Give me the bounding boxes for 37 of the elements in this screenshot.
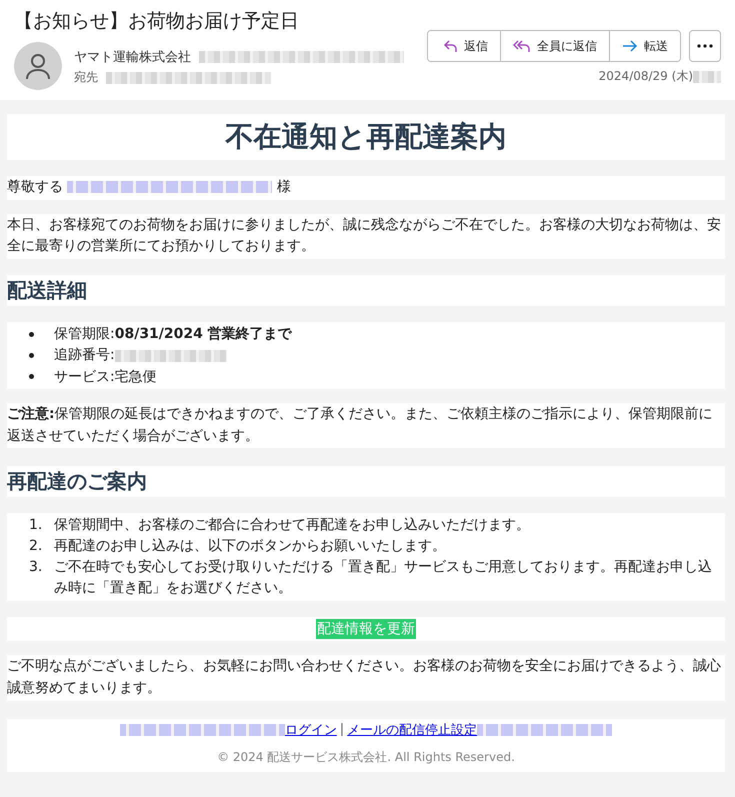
- recipient-label: 宛先: [74, 69, 98, 86]
- step-number: 3.: [29, 558, 44, 578]
- detail-label: 追跡番号:: [54, 346, 115, 366]
- detail-value: 宅急便: [114, 368, 157, 387]
- reply-button[interactable]: 返信: [428, 31, 501, 61]
- detail-value: 08/31/2024 営業終了まで: [114, 325, 292, 344]
- step-text: ご不在時でも安心してお受け取りいただける「置き配」サービスもご用意しております。再配達お申し込み時に「置き配」をお選びください。: [54, 558, 713, 598]
- footer-link[interactable]: ログイン: [284, 720, 337, 739]
- detail-label: 保管期限:: [54, 325, 115, 344]
- email-date: 2024/08/29 (木): [598, 68, 693, 85]
- section-heading: 再配達のご案内: [7, 468, 148, 496]
- link-separator: |: [340, 722, 344, 738]
- greeting-text: 尊敬する: [7, 179, 63, 195]
- bullet-icon: [29, 332, 34, 337]
- footer-link[interactable]: メールの配信停止設定: [347, 720, 478, 739]
- closing-paragraph: ご不明な点がございましたら、お気軽にお問い合わせください。お客様のお荷物を安全にお届けできるよう、誠心誠意努めてまいります。: [7, 657, 722, 698]
- copyright-text: © 2024 配送サービス株式会社. All Rights Reserved.: [216, 748, 516, 766]
- detail-label: サービス:: [54, 368, 115, 387]
- intro-paragraph: 本日、お客様宛てのお荷物をお届けに参りましたが、誠に残念ながらご不在でした。お客様の大切なお荷物は、安全に最寄りの営業所にてお預かりしております。: [7, 216, 722, 256]
- more-button[interactable]: [689, 30, 721, 62]
- ellipsis-icon: [697, 44, 713, 48]
- greeting-suffix: 様: [276, 179, 291, 195]
- bullet-icon: [29, 353, 34, 358]
- bullet-icon: [29, 374, 34, 380]
- step-number: 2.: [29, 537, 44, 556]
- avatar-icon: [14, 42, 62, 90]
- notice-paragraph: ご注意:保管期限の延長はできかねますので、ご了承ください。また、ご依頼主様のご指示により、保管期限前に返送させていただく場合がございます。: [7, 404, 714, 446]
- sender-name: ヤマト運輸株式会社: [74, 49, 191, 66]
- step-number: 1.: [29, 516, 44, 536]
- reply-all-icon: [513, 39, 531, 53]
- step-text: 保管期間中、お客様のご都合に合わせて再配達をお申し込みいただけます。: [54, 516, 530, 536]
- email-title: 不在通知と再配達案内: [224, 119, 508, 155]
- forward-icon: [622, 40, 638, 52]
- email-subject: 【お知らせ】お荷物お届け予定日: [14, 9, 300, 34]
- section-heading: 配送詳細: [7, 277, 88, 304]
- redacted-text: [693, 70, 721, 82]
- step-text: 再配達のお申し込みは、以下のボタンからお願いいたします。: [54, 537, 446, 556]
